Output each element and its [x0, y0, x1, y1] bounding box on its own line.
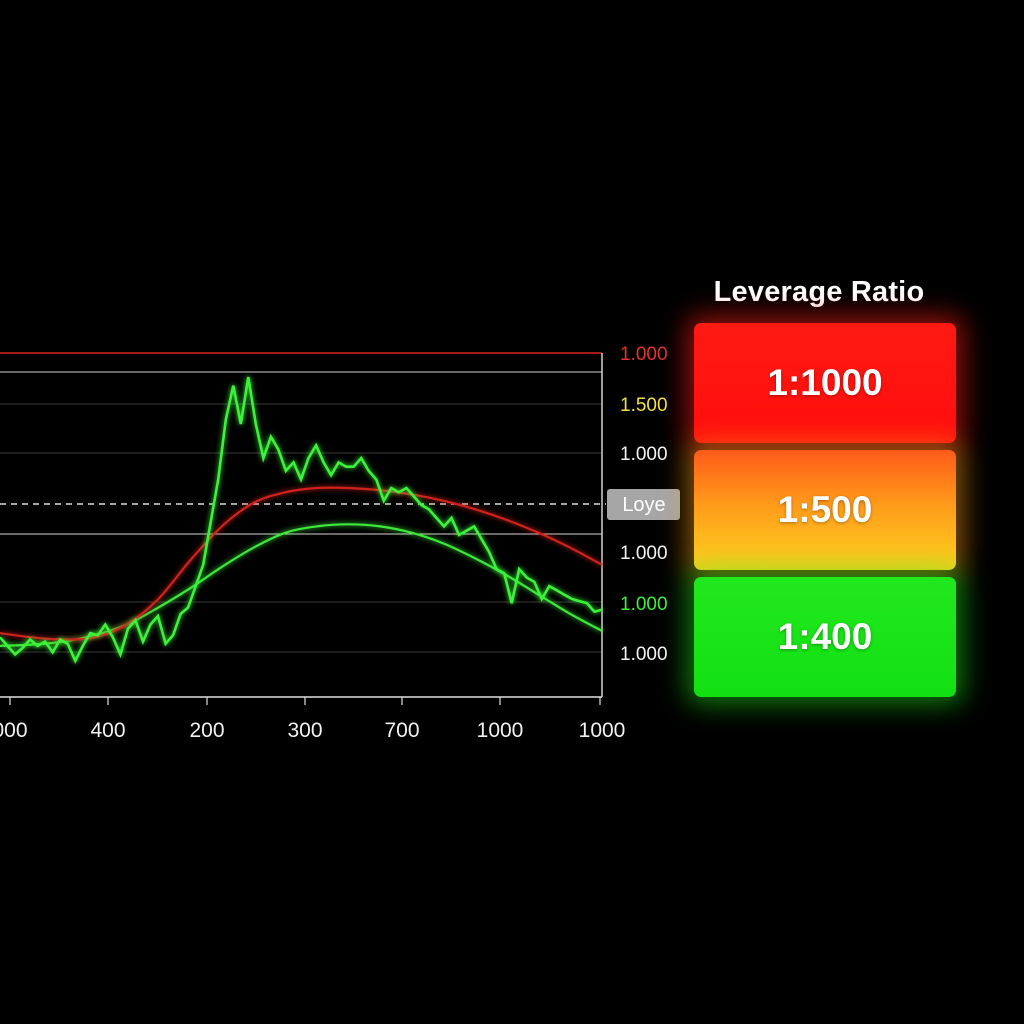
ratio-card-high[interactable]: 1:1000: [694, 323, 956, 443]
ratio-card-label: 1:400: [777, 616, 873, 657]
x-axis-ticks: 000 400 200 300 700 1000 1000: [0, 719, 625, 742]
marker-badge-label: Loye: [622, 494, 665, 516]
y-tick-label: 1.000: [620, 444, 668, 465]
x-tick-label: 400: [90, 719, 125, 742]
panel-title: Leverage Ratio: [713, 276, 925, 308]
y-tick-label: 1.000: [620, 644, 668, 665]
ratio-card-low[interactable]: 1:400: [694, 577, 956, 697]
x-tick-label: 200: [189, 719, 224, 742]
trend-series-line: [0, 523, 603, 647]
y-tick-label: 1.000: [620, 594, 668, 615]
x-tick-label: 300: [287, 719, 322, 742]
ratio-card-medium[interactable]: 1:500: [694, 450, 956, 570]
ratio-card-label: 1:1000: [767, 362, 883, 403]
trend-series-line: [0, 486, 603, 641]
y-tick-label: 1.500: [620, 395, 668, 416]
y-tick-label: 1.000: [620, 543, 668, 564]
x-tick-label: 1000: [477, 719, 524, 742]
chart-series-layer: [0, 376, 603, 664]
price-series-line: [0, 376, 603, 664]
y-tick-label: 1.000: [620, 344, 668, 365]
x-tick-label: 1000: [579, 719, 626, 742]
x-tick-label: 000: [0, 719, 28, 742]
marker-group: Loye: [607, 489, 680, 520]
ratio-card-label: 1:500: [777, 489, 873, 530]
x-tick-label: 700: [384, 719, 419, 742]
